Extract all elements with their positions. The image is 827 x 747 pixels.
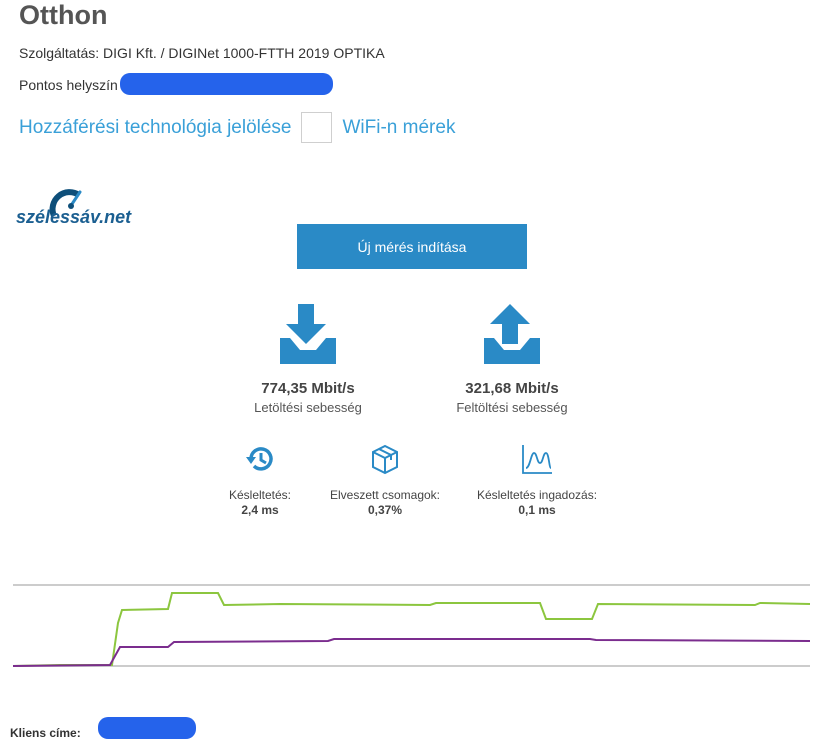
jitter-value: 0,1 ms [518,503,556,517]
package-box-icon [372,444,398,475]
download-tray-icon [280,304,336,364]
szelessav-logo: szélessáv.net [16,189,132,227]
download-series-line [12,592,811,667]
upload-tray-icon [484,304,540,364]
jitter-label: Késleltetés ingadozás: [476,488,598,502]
client-address-redaction [98,717,196,739]
start-measurement-button[interactable]: Új mérés indítása [297,224,527,269]
client-address-label: Kliens címe: [10,726,81,740]
location-label: Pontos helyszín [19,77,118,93]
speed-history-graph [12,584,811,667]
jitter-graph-icon [522,445,552,474]
download-speed-label: Letöltési sebesség [254,400,362,415]
upload-block: 321,68 Mbit/s Feltöltési sebesség [412,304,612,415]
upload-series-line [12,638,811,667]
jitter-metric: Késleltetés ingadozás: 0,1 ms [452,443,622,517]
packet-loss-metric: Elveszett csomagok: 0,37% [300,443,470,517]
wifi-checkbox[interactable] [300,112,332,143]
download-speed-value: 774,35 Mbit/s [261,380,355,397]
upload-speed-value: 321,68 Mbit/s [465,380,559,397]
location-row: Pontos helyszín [19,77,118,93]
download-block: 774,35 Mbit/s Letöltési sebesség [208,304,408,415]
upload-speed-label: Feltöltési sebesség [456,400,568,415]
packet-loss-value: 0,37% [367,503,403,517]
wifi-link[interactable]: WiFi-n mérek [343,117,456,139]
location-redaction [120,73,333,95]
page-title: Otthon [19,0,108,30]
logo-text: szélessáv.net [16,207,132,227]
history-clock-icon [246,447,273,471]
options-row: Hozzáférési technológia jelölése WiFi-n … [19,111,455,144]
packet-loss-label: Elveszett csomagok: [329,488,441,502]
access-technology-link[interactable]: Hozzáférési technológia jelölése [19,117,292,139]
service-info: Szolgáltatás: DIGI Kft. / DIGINet 1000-F… [19,45,385,61]
